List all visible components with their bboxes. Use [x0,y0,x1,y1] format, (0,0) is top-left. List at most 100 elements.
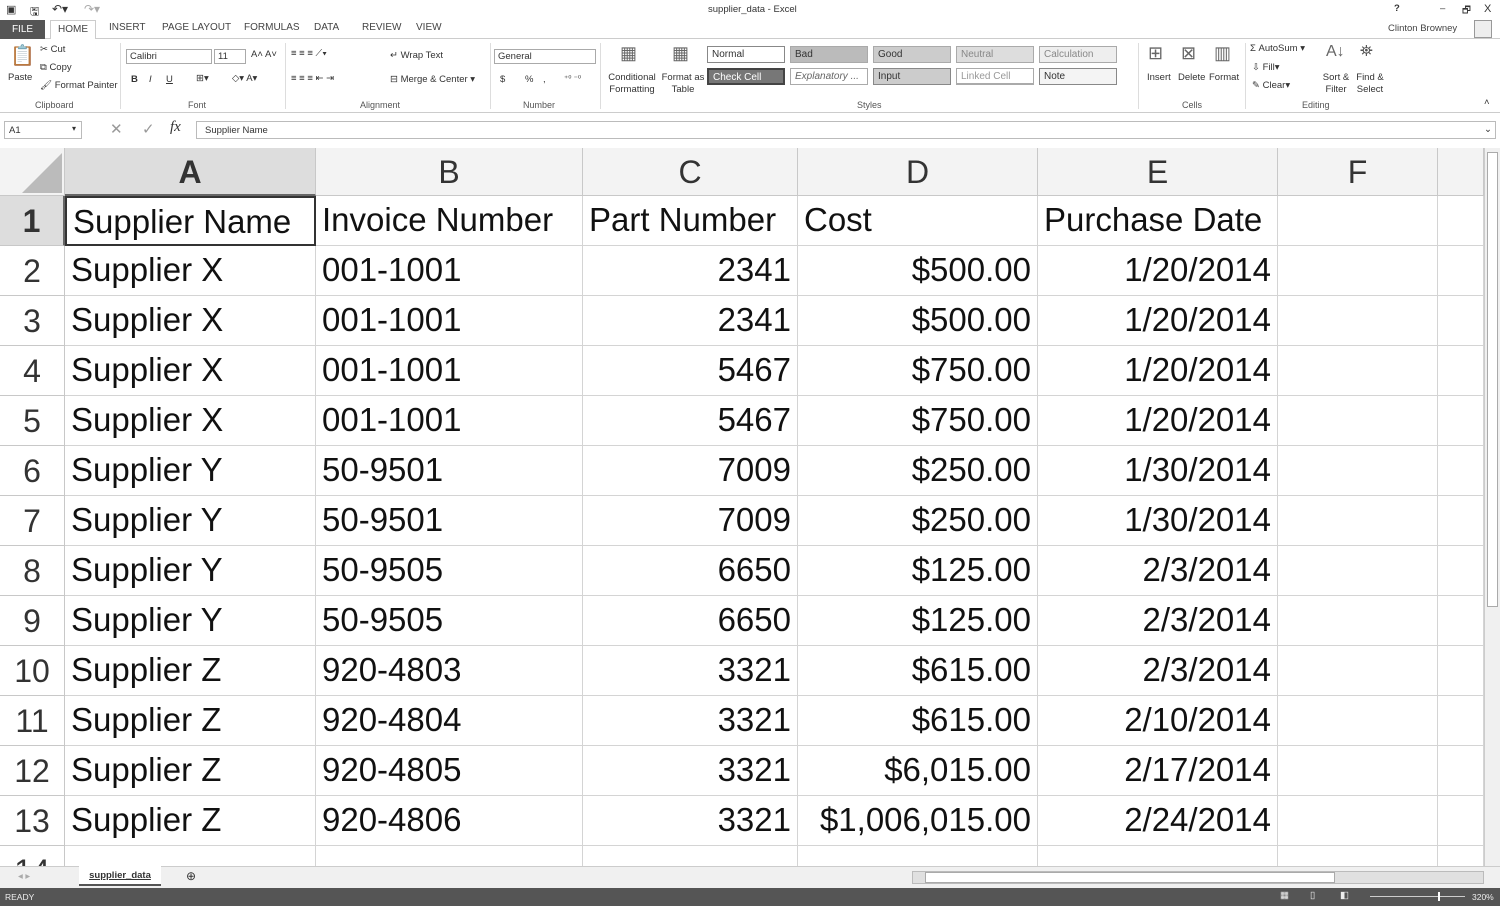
column-title-cell[interactable]: Part Number [583,196,798,246]
data-cell[interactable]: 920-4804 [316,696,583,746]
data-cell[interactable]: $750.00 [798,346,1038,396]
tab-page-layout[interactable]: PAGE LAYOUT [162,22,231,33]
column-header-b[interactable]: B [316,148,583,196]
empty-cell[interactable] [1438,396,1484,446]
formula-input[interactable]: Supplier Name [196,121,1496,139]
data-cell[interactable]: 5467 [583,396,798,446]
row-header[interactable]: 3 [0,296,65,346]
empty-cell[interactable] [1438,696,1484,746]
data-cell[interactable]: 1/20/2014 [1038,396,1278,446]
row-header[interactable]: 1 [0,196,65,246]
data-cell[interactable]: 1/20/2014 [1038,346,1278,396]
vertical-scrollbar[interactable] [1484,148,1500,866]
empty-cell[interactable] [1278,396,1438,446]
data-cell[interactable]: 001-1001 [316,296,583,346]
zoom-level[interactable]: 320% [1472,892,1494,902]
empty-cell[interactable] [1438,196,1484,246]
data-cell[interactable]: 50-9505 [316,596,583,646]
grow-font-icon[interactable]: A˄ A˅ [251,49,277,60]
empty-cell[interactable] [1438,646,1484,696]
data-cell[interactable]: 001-1001 [316,346,583,396]
data-cell[interactable] [583,846,798,866]
row-header[interactable]: 12 [0,746,65,796]
empty-cell[interactable] [1278,646,1438,696]
row-header[interactable]: 14 [0,846,65,866]
tab-view[interactable]: VIEW [416,22,442,33]
row-header[interactable]: 4 [0,346,65,396]
horizontal-scroll-thumb[interactable] [925,872,1335,883]
page-break-view-icon[interactable]: ◧ [1340,890,1349,901]
row-header[interactable]: 11 [0,696,65,746]
row-header[interactable]: 7 [0,496,65,546]
row-header[interactable]: 5 [0,396,65,446]
column-header-f[interactable]: F [1278,148,1438,196]
normal-view-icon[interactable]: ▦ [1280,890,1289,901]
data-cell[interactable]: Supplier Z [65,696,316,746]
number-format-select[interactable]: General [494,49,596,64]
column-title-cell[interactable]: Supplier Name [65,196,316,246]
data-cell[interactable]: $1,006,015.00 [798,796,1038,846]
tab-insert[interactable]: INSERT [109,22,146,33]
column-title-cell[interactable]: Invoice Number [316,196,583,246]
merge-center-button[interactable]: ⊟ Merge & Center ▾ [390,74,475,85]
empty-cell[interactable] [1278,296,1438,346]
insert-button[interactable]: Insert [1147,72,1171,83]
data-cell[interactable] [65,846,316,866]
data-cell[interactable]: 7009 [583,446,798,496]
row-header[interactable]: 8 [0,546,65,596]
format-painter-button[interactable]: 🖌 Format Painter [40,80,118,91]
data-cell[interactable]: 920-4806 [316,796,583,846]
cut-button[interactable]: ✂ Cut [40,44,65,55]
row-header[interactable]: 10 [0,646,65,696]
data-cell[interactable]: 3321 [583,796,798,846]
wrap-text-button[interactable]: ↵ Wrap Text [390,50,443,61]
empty-cell[interactable] [1278,346,1438,396]
data-cell[interactable]: 50-9501 [316,496,583,546]
data-cell[interactable]: Supplier Y [65,496,316,546]
data-cell[interactable]: $6,015.00 [798,746,1038,796]
name-box[interactable]: A1 [4,121,82,139]
column-title-cell[interactable]: Purchase Date [1038,196,1278,246]
data-cell[interactable]: 50-9501 [316,446,583,496]
cell-style-good[interactable]: Good [873,46,951,63]
copy-button[interactable]: ⧉ Copy [40,62,72,73]
cell-style-explanatory[interactable]: Explanatory ... [790,68,868,85]
format-button[interactable]: Format [1209,72,1239,83]
data-cell[interactable]: $250.00 [798,496,1038,546]
tab-file[interactable]: FILE [0,20,45,39]
row-header[interactable]: 9 [0,596,65,646]
tab-data[interactable]: DATA [314,22,339,33]
paste-button[interactable]: Paste [8,72,32,83]
undo-icon[interactable]: ↶▾ [52,2,68,16]
empty-cell[interactable] [1438,796,1484,846]
data-cell[interactable]: 1/30/2014 [1038,446,1278,496]
row-header[interactable]: 6 [0,446,65,496]
empty-cell[interactable] [1438,346,1484,396]
empty-cell[interactable] [1278,746,1438,796]
empty-cell[interactable] [1438,246,1484,296]
cell-style-bad[interactable]: Bad [790,46,868,63]
zoom-slider[interactable] [1370,892,1465,901]
cell-style-input[interactable]: Input [873,68,951,85]
delete-button[interactable]: Delete [1178,72,1205,83]
empty-cell[interactable] [1438,596,1484,646]
currency-button[interactable]: $ [500,74,505,85]
fill-color-icon[interactable]: ◇▾ A▾ [232,73,257,84]
column-header-e[interactable]: E [1038,148,1278,196]
horizontal-scrollbar[interactable] [912,871,1484,884]
data-cell[interactable]: 2341 [583,296,798,346]
data-cell[interactable]: 1/30/2014 [1038,496,1278,546]
select-all-corner[interactable] [0,148,65,196]
empty-cell[interactable] [1438,296,1484,346]
border-icon[interactable]: ⊞▾ [196,73,209,84]
data-cell[interactable]: Supplier Y [65,446,316,496]
data-cell[interactable]: Supplier Y [65,546,316,596]
data-cell[interactable]: Supplier Z [65,646,316,696]
column-header-g[interactable] [1438,148,1484,196]
cell-style-neutral[interactable]: Neutral [956,46,1034,63]
data-cell[interactable] [1038,846,1278,866]
data-cell[interactable]: 2341 [583,246,798,296]
data-cell[interactable]: 2/3/2014 [1038,596,1278,646]
decimal-icon[interactable]: ⁺⁰ ⁻⁰ [564,74,581,83]
data-cell[interactable]: 2/24/2014 [1038,796,1278,846]
